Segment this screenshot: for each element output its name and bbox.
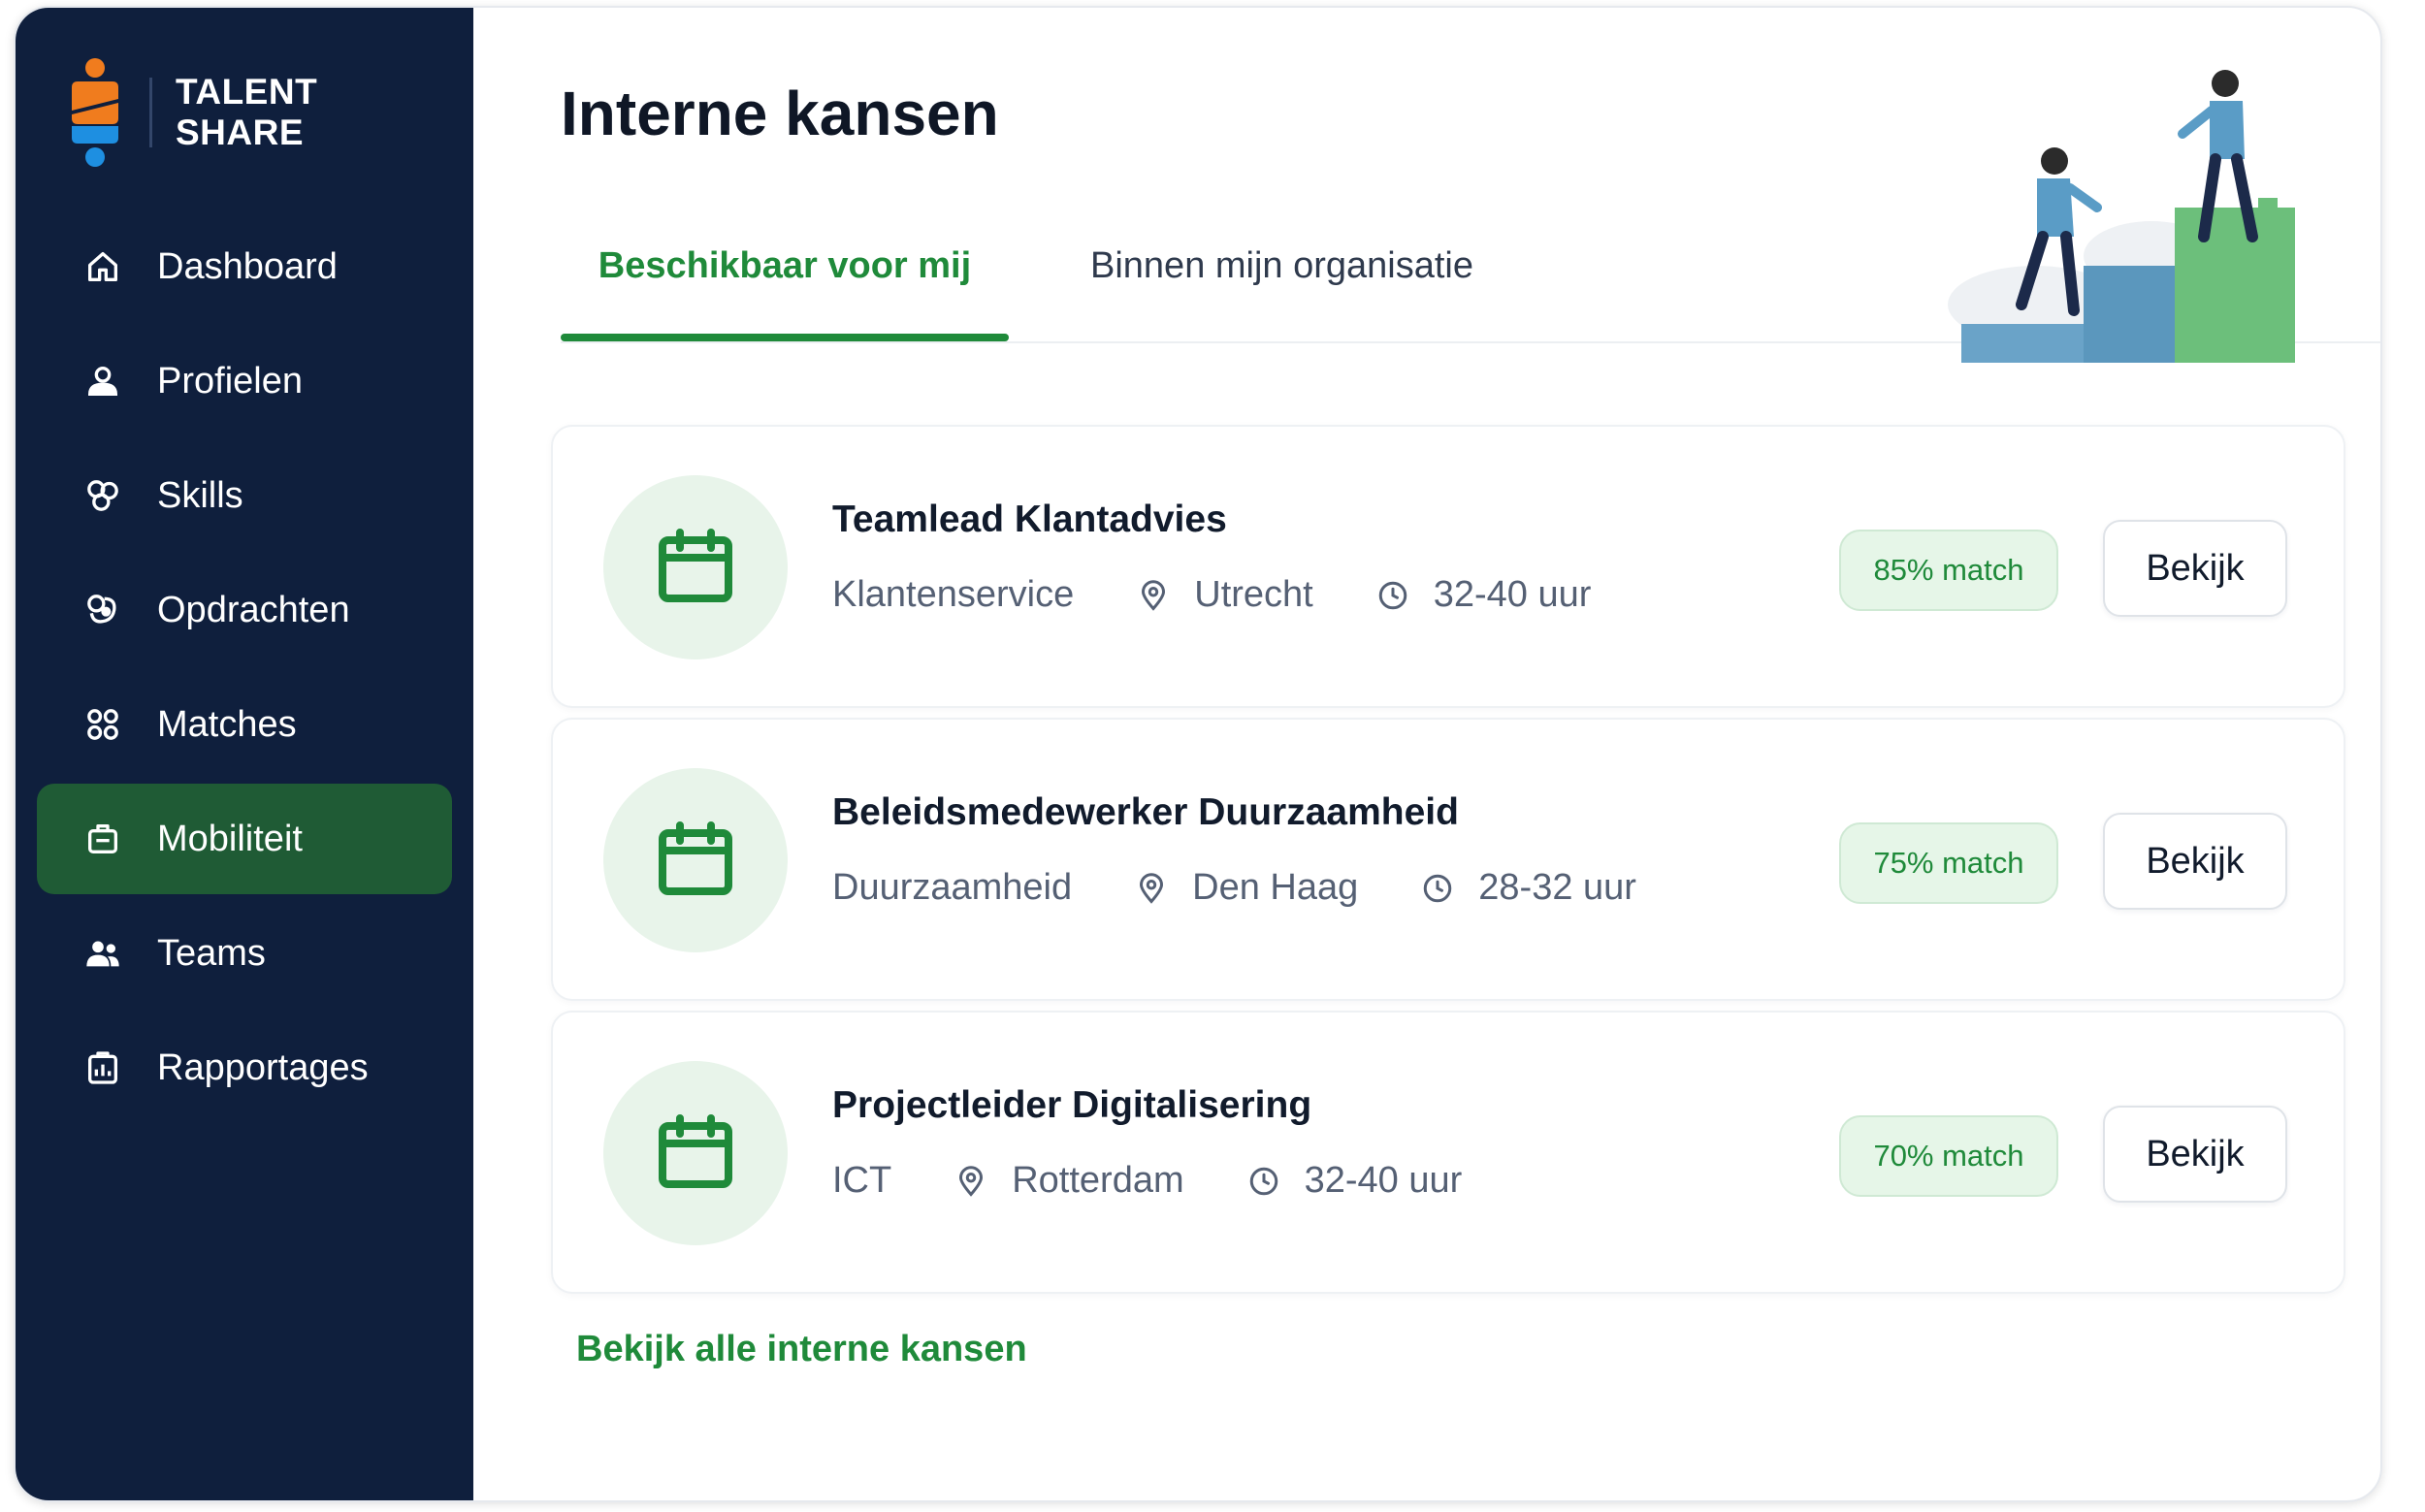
sidebar: TALENT SHARE Dashboard Profielen Skills … [16, 8, 473, 1500]
sidebar-item-mobiliteit[interactable]: Mobiliteit [37, 784, 452, 894]
calendar-icon [603, 768, 788, 952]
location-pin-icon [1132, 869, 1171, 908]
sidebar-item-rapportages[interactable]: Rapportages [37, 1013, 452, 1123]
profile-icon [81, 360, 124, 402]
brand-name: TALENT SHARE [176, 72, 317, 153]
app-window: TALENT SHARE Dashboard Profielen Skills … [14, 6, 2382, 1502]
view-opportunity-button[interactable]: Bekijk [2103, 520, 2287, 617]
view-all-opportunities-link[interactable]: Bekijk alle interne kansen [576, 1329, 1027, 1370]
opportunity-hours: 32-40 uur [1433, 574, 1592, 615]
clock-icon [1245, 1162, 1283, 1201]
team-icon [81, 932, 124, 975]
sidebar-nav: Dashboard Profielen Skills Opdrachten Ma… [37, 211, 452, 1127]
opportunity-location: Rotterdam [1012, 1160, 1184, 1201]
clock-icon [1418, 869, 1457, 908]
matches-icon [81, 703, 124, 746]
sidebar-item-matches[interactable]: Matches [37, 669, 452, 780]
briefcase-icon [81, 818, 124, 860]
sidebar-item-label: Teams [157, 932, 266, 974]
location-pin-icon [952, 1162, 990, 1201]
opportunity-meta: ICT Rotterdam 32-40 uur [832, 1160, 1462, 1202]
calendar-icon [603, 475, 788, 659]
sidebar-item-dashboard[interactable]: Dashboard [37, 211, 452, 322]
clock-icon [1374, 576, 1412, 615]
sidebar-item-label: Opdrachten [157, 589, 350, 630]
sidebar-item-label: Matches [157, 703, 297, 745]
sidebar-item-profielen[interactable]: Profielen [37, 326, 452, 436]
opportunity-location: Utrecht [1194, 574, 1313, 615]
career-steps-illustration [1928, 62, 2297, 363]
opportunity-department: Duurzaamheid [832, 867, 1073, 908]
view-opportunity-button[interactable]: Bekijk [2103, 813, 2287, 910]
opportunity-meta: Klantenservice Utrecht 32-40 uur [832, 574, 1591, 616]
calendar-icon [603, 1061, 788, 1245]
page-title: Interne kansen [561, 79, 999, 148]
opportunity-list: Teamlead Klantadvies Klantenservice Utre… [551, 425, 2345, 1303]
main-content: Interne kansen Beschikbaar voor mij Binn… [473, 8, 2380, 1500]
home-icon [81, 245, 124, 288]
tab-beschikbaar-voor-mij[interactable]: Beschikbaar voor mij [561, 227, 1009, 341]
opportunity-card[interactable]: Beleidsmedewerker Duurzaamheid Duurzaamh… [551, 718, 2345, 1001]
opportunity-hours: 32-40 uur [1304, 1160, 1463, 1201]
opportunity-title: Projectleider Digitalisering [832, 1084, 1312, 1126]
opportunity-department: Klantenservice [832, 574, 1075, 615]
logo-mark-icon [66, 54, 124, 171]
sidebar-item-label: Mobiliteit [157, 818, 303, 859]
match-badge: 70% match [1839, 1115, 2058, 1197]
opportunity-meta: Duurzaamheid Den Haag 28-32 uur [832, 867, 1636, 909]
opportunity-department: ICT [832, 1160, 892, 1201]
assignments-icon [81, 589, 124, 631]
opportunity-card[interactable]: Projectleider Digitalisering ICT Rotterd… [551, 1011, 2345, 1294]
brand-logo[interactable]: TALENT SHARE [66, 54, 317, 171]
sidebar-item-label: Skills [157, 474, 243, 516]
opportunity-location: Den Haag [1192, 867, 1359, 908]
sidebar-item-label: Rapportages [157, 1046, 369, 1088]
sidebar-item-label: Dashboard [157, 245, 338, 287]
sidebar-item-teams[interactable]: Teams [37, 898, 452, 1009]
location-pin-icon [1134, 576, 1173, 615]
match-badge: 85% match [1839, 530, 2058, 611]
opportunity-title: Teamlead Klantadvies [832, 499, 1227, 540]
opportunity-card[interactable]: Teamlead Klantadvies Klantenservice Utre… [551, 425, 2345, 708]
sidebar-item-skills[interactable]: Skills [37, 440, 452, 551]
match-badge: 75% match [1839, 822, 2058, 904]
brand-name-line1: TALENT [176, 72, 318, 112]
opportunity-title: Beleidsmedewerker Duurzaamheid [832, 791, 1459, 833]
view-opportunity-button[interactable]: Bekijk [2103, 1106, 2287, 1203]
sidebar-item-label: Profielen [157, 360, 303, 402]
tab-binnen-mijn-organisatie[interactable]: Binnen mijn organisatie [1090, 227, 1473, 338]
brand-name-line2: SHARE [176, 113, 305, 152]
sidebar-item-opdrachten[interactable]: Opdrachten [37, 555, 452, 665]
skills-icon [81, 474, 124, 517]
logo-divider [149, 78, 152, 147]
report-icon [81, 1046, 124, 1089]
opportunity-hours: 28-32 uur [1478, 867, 1636, 908]
